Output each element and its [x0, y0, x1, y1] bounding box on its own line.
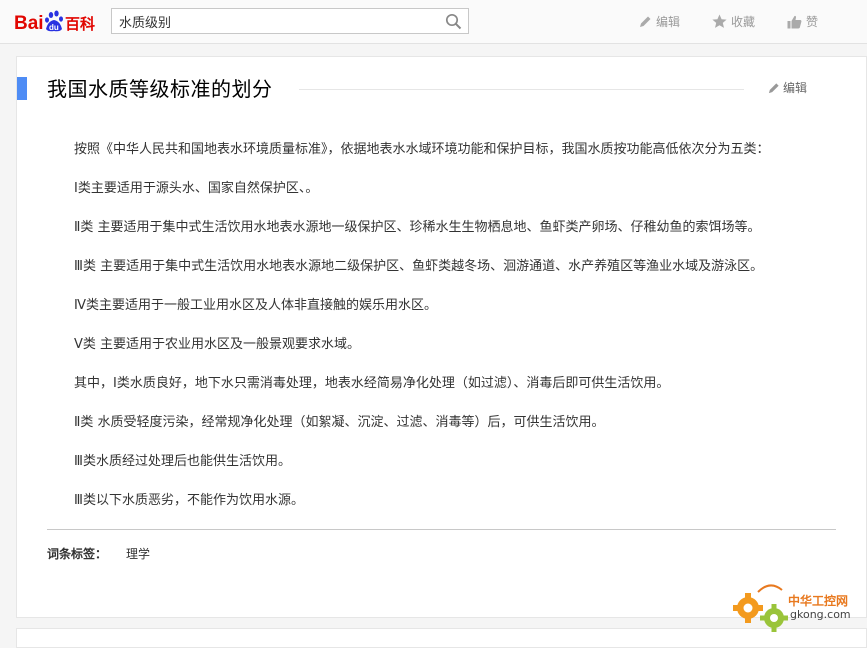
search-icon[interactable] — [445, 13, 462, 30]
paragraph: Ⅳ类主要适用于一般工业用水区及人体非直接触的娱乐用水区。 — [74, 298, 437, 313]
watermark-text-cn: 中华工控网 — [788, 594, 849, 608]
title-accent-bar — [17, 77, 27, 100]
favorite-label: 收藏 — [731, 15, 756, 29]
content-card: 我国水质等级标准的划分 编辑 按照《中华人民共和国地表水环境质量标准》，依据地表… — [16, 56, 867, 618]
paragraph: Ⅰ类主要适用于源头水、国家自然保护区、。 — [74, 181, 319, 196]
search-box — [111, 8, 469, 34]
section-title: 我国水质等级标准的划分 — [47, 77, 273, 101]
paragraph: 其中，Ⅰ类水质良好，地下水只需消毒处理，地表水经简易净化处理（如过滤）、消毒后即… — [74, 376, 670, 391]
paragraph: Ⅴ类 主要适用于农业用水区及一般景观要求水域。 — [74, 337, 361, 352]
pencil-icon — [640, 16, 651, 27]
logo-text-bai: Bai — [14, 13, 44, 34]
star-icon — [712, 14, 727, 28]
top-bar: Bai du 百科 编辑 收藏 — [0, 0, 867, 44]
paragraph: Ⅲ类 主要适用于集中式生活饮用水地表水源地二级保护区、鱼虾类越冬场、洄游通道、水… — [74, 259, 764, 274]
logo-text-baike: 百科 — [65, 15, 95, 33]
content-divider — [47, 529, 836, 530]
paragraph: Ⅱ类 主要适用于集中式生活饮用水地表水源地一级保护区、珍稀水生生物栖息地、鱼虾类… — [74, 220, 761, 235]
paragraph: Ⅲ类以下水质恶劣，不能作为饮用水源。 — [74, 493, 304, 508]
thumbs-up-icon — [787, 15, 802, 28]
watermark-text-url: gkong.com — [790, 608, 851, 621]
pencil-icon — [768, 82, 779, 93]
paragraph: Ⅱ类 水质受轻度污染，经常规净化处理（如絮凝、沉淀、过滤、消毒等）后，可供生活饮… — [74, 415, 605, 430]
logo-text-du: du — [49, 23, 59, 32]
section-edit-button[interactable]: 编辑 — [768, 79, 807, 96]
paragraph: 按照《中华人民共和国地表水环境质量标准》，依据地表水水域环境功能和保护目标，我国… — [74, 142, 770, 157]
tag-link[interactable]: 理学 — [126, 545, 150, 562]
title-divider — [299, 89, 744, 90]
like-label: 赞 — [806, 15, 819, 29]
search-input[interactable] — [112, 9, 439, 33]
favorite-button[interactable]: 收藏 — [712, 13, 755, 30]
paragraph: Ⅲ类水质经过处理后也能供生活饮用。 — [74, 454, 291, 469]
edit-label: 编辑 — [656, 15, 681, 29]
section-edit-label: 编辑 — [783, 81, 808, 95]
baidu-baike-logo[interactable]: Bai du 百科 — [14, 9, 98, 35]
like-button[interactable]: 赞 — [787, 13, 818, 30]
tag-label: 词条标签： — [47, 547, 108, 561]
edit-button[interactable]: 编辑 — [639, 13, 680, 30]
